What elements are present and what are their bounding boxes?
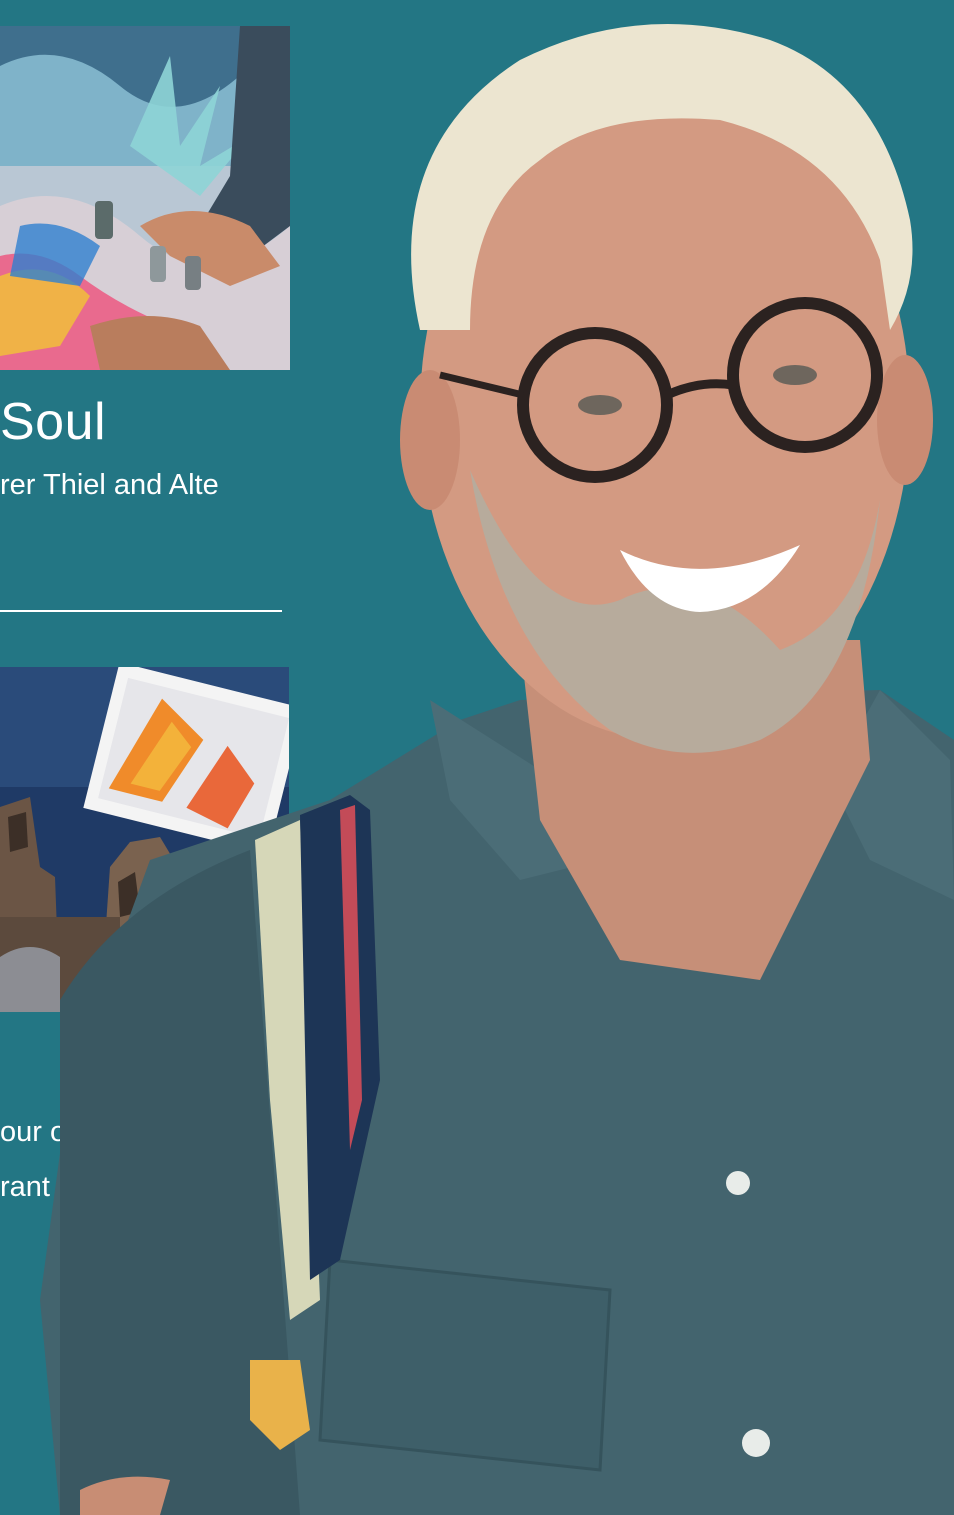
church-postcard-image[interactable] (0, 667, 289, 1012)
feature-subtitle: rer Thiel and Alte (0, 469, 219, 501)
feature-text-line-1: our own postcards (0, 1116, 237, 1148)
feature-text-line-2: rant south at (0, 1171, 162, 1203)
divider (0, 610, 282, 612)
feature-title: Soul (0, 393, 107, 451)
street-art-image[interactable] (0, 26, 290, 370)
